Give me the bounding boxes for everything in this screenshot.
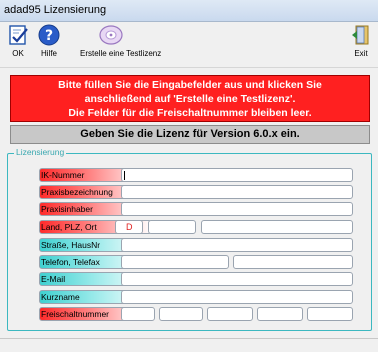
question-mark-icon: ? xyxy=(38,24,60,46)
svg-text:?: ? xyxy=(45,28,53,44)
fax-input[interactable] xyxy=(233,255,353,269)
create-trial-license-button[interactable]: Erstelle eine Testlizenz xyxy=(80,24,162,58)
ok-button[interactable]: OK xyxy=(6,24,30,58)
street-input[interactable] xyxy=(121,238,353,252)
checkmark-document-icon xyxy=(9,25,28,45)
help-label: Hilfe xyxy=(40,49,57,58)
email-input[interactable] xyxy=(121,272,353,286)
help-button[interactable]: ? Hilfe xyxy=(36,24,62,58)
ik-number-input[interactable] xyxy=(121,168,353,182)
short-name-input[interactable] xyxy=(121,290,353,304)
status-bar xyxy=(0,338,378,352)
version-header: Geben Sie die Lizenz für Version 6.0.x e… xyxy=(10,125,370,144)
licensing-group-legend: Lizensierung xyxy=(14,147,67,157)
instruction-banner: Bitte füllen Sie die Eingabefelder aus u… xyxy=(10,75,370,122)
phone-input[interactable] xyxy=(121,255,229,269)
instruction-line-2: anschließend auf 'Erstelle eine Testlize… xyxy=(84,93,296,105)
activation-number-input-1[interactable] xyxy=(121,307,155,321)
trial-label: Erstelle eine Testlizenz xyxy=(80,49,162,58)
zip-input[interactable] xyxy=(148,220,196,234)
exit-door-icon xyxy=(352,25,369,45)
title-bar: adad95 Lizensierung xyxy=(0,0,378,22)
instruction-line-1: Bitte füllen Sie die Eingabefelder aus u… xyxy=(58,79,322,91)
window-title: adad95 Lizensierung xyxy=(4,4,107,16)
text-cursor xyxy=(124,171,125,180)
country-value: D xyxy=(126,222,133,232)
practice-name-input[interactable] xyxy=(121,185,353,199)
activation-number-input-4[interactable] xyxy=(257,307,303,321)
activation-number-input-5[interactable] xyxy=(307,307,353,321)
ok-label: OK xyxy=(12,49,24,58)
activation-number-input-3[interactable] xyxy=(207,307,253,321)
practice-owner-input[interactable] xyxy=(121,202,353,216)
exit-button[interactable]: Exit xyxy=(349,24,373,58)
toolbar: OK ? Hilfe Erstelle eine Testlizenz Exit xyxy=(0,22,378,68)
country-input[interactable]: D xyxy=(115,220,143,234)
exit-label: Exit xyxy=(354,49,368,58)
licensing-group: Lizensierung IK-Nummer Praxisbezeichnung… xyxy=(7,147,372,331)
activation-number-input-2[interactable] xyxy=(159,307,203,321)
disc-icon xyxy=(99,25,123,45)
instruction-line-3: Die Felder für die Freischaltnummer blei… xyxy=(68,107,312,119)
city-input[interactable] xyxy=(201,220,353,234)
